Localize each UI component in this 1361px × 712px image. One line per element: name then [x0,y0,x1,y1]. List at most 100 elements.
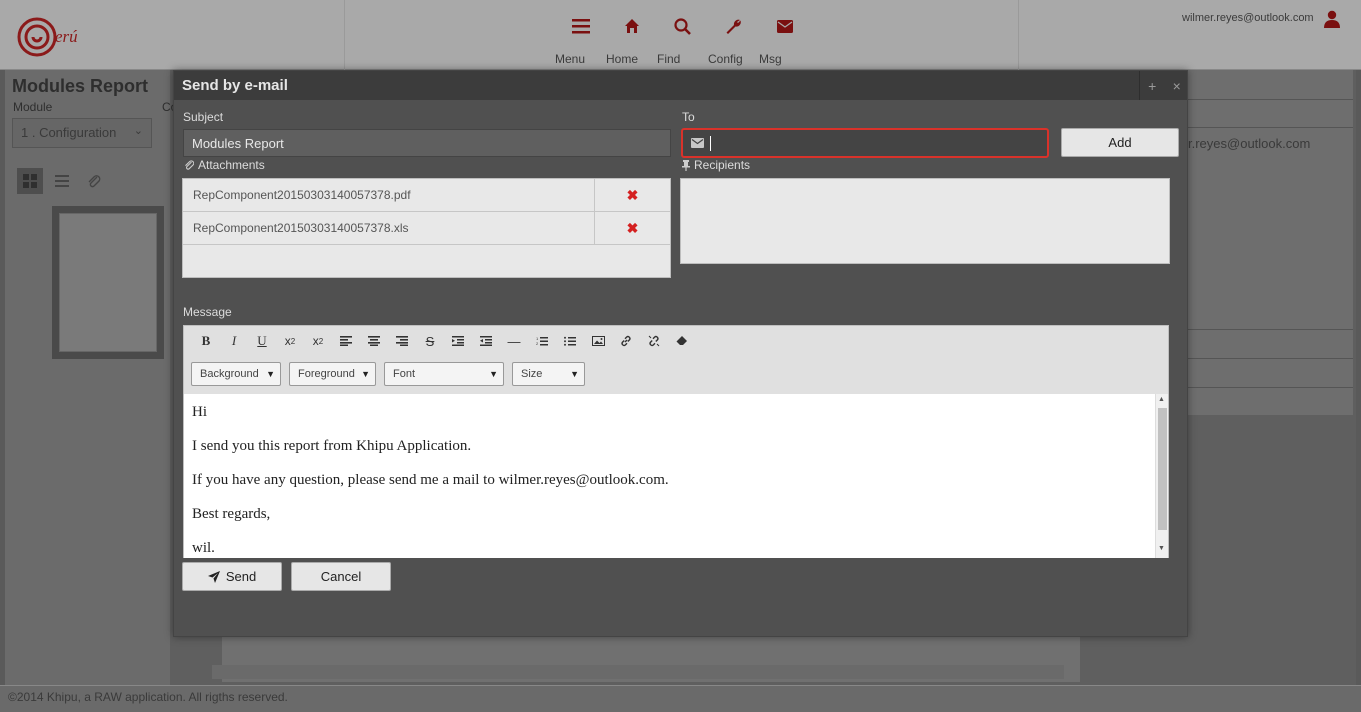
svg-text:erú: erú [55,27,78,46]
module-select[interactable]: 1 . Configuration ⌄ [12,118,152,148]
envelope-icon [691,138,704,148]
dialog-title: Send by e-mail [182,77,288,94]
message-line: wil. [192,540,215,556]
size-select[interactable]: Size ▼ [512,362,585,386]
remove-attachment-icon[interactable]: ✖ [595,179,670,211]
unlink-icon[interactable] [640,333,668,349]
send-label: Send [225,569,257,584]
dialog-titlebar[interactable]: Send by e-mail + × [174,71,1187,100]
recipients-list[interactable] [680,178,1170,264]
font-select[interactable]: Font ▼ [384,362,504,386]
attachments-table: RepComponent20150303140057378.pdf ✖ RepC… [182,178,671,278]
caret-down-icon: ▼ [489,369,498,379]
message-line: If you have any question, please send me… [192,472,669,488]
strikethrough-icon[interactable]: S [416,333,444,349]
nav-menu[interactable]: Menu [555,14,606,66]
indent-icon[interactable] [444,333,472,349]
user-email: wilmer.reyes@outlook.com [1182,12,1314,24]
envelope-icon [759,14,810,38]
scroll-up-icon[interactable]: ▲ [1158,396,1165,403]
ordered-list-icon[interactable]: 12 [528,333,556,349]
close-icon[interactable]: × [1173,78,1181,94]
logo-area: erú [0,0,345,70]
align-left-icon[interactable] [332,333,360,349]
caret-down-icon: ▼ [361,369,370,379]
scrollbar-thumb[interactable] [1158,408,1167,530]
message-scrollbar[interactable]: ▲ ▼ [1155,394,1168,558]
menu-icon [555,14,606,38]
list-view-icon[interactable] [49,168,75,194]
cancel-button[interactable]: Cancel [291,562,391,591]
maximize-icon[interactable]: + [1148,78,1156,94]
user-area [1018,0,1361,70]
unordered-list-icon[interactable] [556,333,584,349]
nav-find[interactable]: Find [657,14,708,66]
page-title: Modules Report [12,76,149,96]
app-header: erú Menu Home Find Config Msg wilmer.rey… [0,0,1361,70]
nav-label: Home [606,52,639,66]
bold-icon[interactable]: B [192,333,220,349]
select-label: Foreground [298,368,355,380]
link-icon[interactable] [612,333,640,349]
search-icon [657,14,708,38]
user-icon[interactable] [1323,10,1341,33]
nav-label: Menu [555,52,586,66]
superscript-icon[interactable]: x2 [304,333,332,349]
message-line: Hi [192,404,207,420]
report-thumbnail[interactable] [52,206,164,359]
message-line: Best regards, [192,506,271,522]
to-field[interactable] [681,128,1049,158]
paperclip-icon[interactable] [81,168,107,194]
viewer-hscrollbar[interactable] [212,665,1064,679]
italic-icon[interactable]: I [220,333,248,349]
attachments-label: Attachments [198,158,265,172]
thumbnail-page [59,213,157,352]
nav-config[interactable]: Config [708,14,759,66]
message-body[interactable]: Hi I send you this report from Khipu App… [184,394,1168,558]
subscript-icon[interactable]: x2 [276,333,304,349]
pin-icon [682,159,690,171]
nav-label: Config [708,52,743,66]
align-right-icon[interactable] [388,333,416,349]
formatting-toolbar: B I U x2 x2 S — 12 [192,333,696,349]
attachment-name: RepComponent20150303140057378.pdf [183,179,595,211]
attachment-row: RepComponent20150303140057378.xls ✖ [183,212,670,245]
message-line: I send you this report from Khipu Applic… [192,438,472,454]
subject-input[interactable]: Modules Report [183,129,671,157]
main-nav: Menu Home Find Config Msg [555,14,810,66]
scroll-down-icon[interactable]: ▼ [1158,545,1165,552]
left-panel [5,70,170,685]
chevron-down-icon: ⌄ [133,125,143,137]
align-center-icon[interactable] [360,333,388,349]
select-label: Font [393,368,416,380]
recipients-heading: Recipients [682,158,750,172]
eraser-icon[interactable] [668,333,696,349]
grid-view-icon[interactable] [17,168,43,194]
message-editor: B I U x2 x2 S — 12 Background ▼ Foregroun [183,325,1169,558]
nav-home[interactable]: Home [606,14,657,66]
foreground-color-select[interactable]: Foreground ▼ [289,362,376,386]
horizontal-rule-icon[interactable]: — [500,333,528,349]
select-label: Background [200,368,259,380]
outdent-icon[interactable] [472,333,500,349]
attachment-name: RepComponent20150303140057378.xls [183,212,595,244]
add-recipient-button[interactable]: Add [1061,128,1179,157]
select-label: Size [521,368,543,380]
image-icon[interactable] [584,333,612,349]
remove-attachment-icon[interactable]: ✖ [595,212,670,244]
background-color-select[interactable]: Background ▼ [191,362,281,386]
right-panel-email: r.reyes@outlook.com [1188,136,1311,151]
message-label: Message [183,305,232,319]
peru-logo: erú [17,17,78,57]
underline-icon[interactable]: U [248,333,276,349]
to-input[interactable] [710,135,1030,151]
module-label: Module [13,100,53,114]
nav-label: Find [657,52,681,66]
home-icon [606,14,657,38]
send-email-dialog: Send by e-mail + × Subject Modules Repor… [173,70,1188,637]
nav-msg[interactable]: Msg [759,14,810,66]
dialog-controls: + × [1139,71,1189,100]
view-mode-toggle [17,168,107,194]
module-select-value: 1 . Configuration [21,125,117,140]
send-button[interactable]: Send [182,562,282,591]
